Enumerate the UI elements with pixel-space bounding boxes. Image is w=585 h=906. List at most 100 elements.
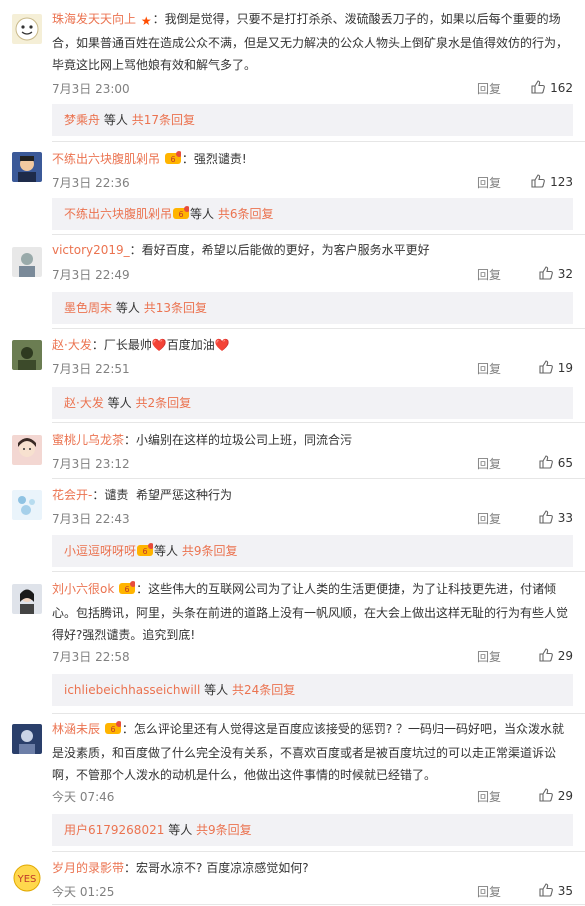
comment-meta: 7月3日 22:49 回复 32 (52, 266, 573, 284)
avatar[interactable] (12, 435, 42, 465)
like-button[interactable]: 162 (513, 79, 573, 95)
divider (52, 422, 585, 423)
comment-text: 谴责 希望严惩这种行为 (104, 488, 232, 502)
comment-meta: 7月3日 22:36 回复 123 (52, 174, 573, 192)
sub-reply-total-link[interactable]: 共9条回复 (196, 823, 252, 837)
avatar[interactable] (12, 340, 42, 370)
reply-button[interactable]: 回复 (477, 360, 501, 377)
reply-button[interactable]: 回复 (477, 883, 501, 900)
avatar[interactable] (12, 152, 42, 182)
timestamp: 7月3日 22:58 (52, 650, 130, 664)
reply-button[interactable]: 回复 (477, 648, 501, 665)
divider (52, 571, 585, 572)
avatar[interactable] (12, 490, 42, 520)
comment-text: 看好百度，希望以后能做的更好，为客户服务水平更好 (141, 243, 430, 257)
svg-text:YES: YES (17, 874, 37, 885)
like-button[interactable]: 123 (513, 173, 573, 189)
comment-body: 岁月的录影带：宏哥水凉不? 百度凉凉感觉如何? (52, 861, 309, 875)
comment-text-line: 是没素质，和百度做了什么完全没有关系，不喜欢百度或者是被百度坑过的可以走正常渠道… (52, 746, 557, 760)
like-button[interactable]: 32 (513, 265, 573, 281)
sub-reply-total-link[interactable]: 共17条回复 (132, 113, 195, 127)
sub-reply-username[interactable]: 小逗逗呀呀呀 (64, 544, 136, 558)
comment-text-line: 我倒是觉得，只要不是打打杀杀、泼硫酸丢刀子的，如果以后每个重要的场 (164, 12, 561, 26)
timestamp: 今天 01:25 (52, 885, 115, 899)
comment-text: 厂长最帅❤️百度加油❤️ (103, 338, 230, 352)
sub-reply-username[interactable]: 墨色周末 (64, 301, 112, 315)
like-button[interactable]: 65 (513, 454, 573, 470)
sub-replies-box[interactable]: 赵·大发 等人 共2条回复 (52, 387, 573, 419)
sub-reply-total-link[interactable]: 共2条回复 (136, 396, 192, 410)
username-link[interactable]: 蜜桃儿乌龙茶 (52, 433, 124, 447)
username-link[interactable]: 赵·大发 (52, 338, 92, 352)
like-count: 35 (557, 884, 573, 898)
comment-body: 花会开-：谴责 希望严惩这种行为 (52, 488, 232, 502)
sub-reply-total-link[interactable]: 共9条回复 (182, 544, 238, 558)
reply-button[interactable]: 回复 (477, 455, 501, 472)
like-button[interactable]: 19 (513, 359, 573, 375)
sub-reply-username[interactable]: 梦乘舟 (64, 113, 100, 127)
sub-reply-sep: 等人 (107, 396, 132, 410)
like-count: 32 (557, 267, 573, 281)
divider (52, 851, 585, 852)
sub-reply-username[interactable]: 用户6179268021 (64, 823, 164, 837)
comment-body: 赵·大发：厂长最帅❤️百度加油❤️ (52, 338, 230, 352)
sub-reply-username[interactable]: 赵·大发 (64, 396, 104, 410)
avatar[interactable] (12, 724, 42, 754)
comment-text-line: 啊，不管那个人泼水的动机是什么，他做出这件事情的时候就已经错了。 (52, 768, 437, 782)
avatar[interactable]: YES (12, 863, 42, 893)
comment-body: 不练出六块腹肌剁吊 6 ：强烈谴责! (52, 148, 577, 172)
reply-button[interactable]: 回复 (477, 788, 501, 805)
divider (52, 328, 585, 329)
like-button[interactable]: 29 (513, 787, 573, 803)
comment-text-line: 毕竟这比网上骂他娘有效和解气多了。 (52, 58, 257, 72)
sub-reply-sep: 等人 (115, 301, 140, 315)
sub-reply-sep: 等人 (168, 823, 193, 837)
sub-replies-box[interactable]: 不练出六块腹肌剁吊 6 等人 共6条回复 (52, 198, 573, 230)
like-button[interactable]: 33 (513, 509, 573, 525)
thumbs-up-icon (539, 266, 553, 280)
like-button[interactable]: 35 (513, 882, 573, 898)
comment-meta: 今天 01:25 回复 35 (52, 883, 573, 901)
comment-meta: 7月3日 23:12 回复 65 (52, 455, 573, 473)
username-link[interactable]: 花会开- (52, 488, 92, 502)
username-link[interactable]: 岁月的录影带 (52, 861, 124, 875)
sub-replies-box[interactable]: 小逗逗呀呀呀 6 等人 共9条回复 (52, 535, 573, 567)
divider (52, 234, 585, 235)
reply-button[interactable]: 回复 (477, 80, 501, 97)
username-link[interactable]: 不练出六块腹肌剁吊 (52, 152, 160, 166)
sub-reply-username[interactable]: 不练出六块腹肌剁吊 (64, 207, 172, 221)
username-link[interactable]: 珠海发天天向上 (52, 12, 136, 26)
comment-meta: 7月3日 23:00 回复 162 (52, 80, 573, 98)
sub-replies-box[interactable]: 墨色周末 等人 共13条回复 (52, 292, 573, 324)
avatar[interactable] (12, 247, 42, 277)
thumbs-up-icon (539, 455, 553, 469)
timestamp: 7月3日 23:00 (52, 82, 130, 96)
divider (52, 141, 585, 142)
sub-replies-box[interactable]: ichliebeichhasseichwill 等人 共24条回复 (52, 674, 573, 706)
comment-meta: 7月3日 22:51 回复 19 (52, 360, 573, 378)
avatar[interactable] (12, 584, 42, 614)
sub-reply-username[interactable]: ichliebeichhasseichwill (64, 683, 200, 697)
comment-body: victory2019_：看好百度，希望以后能做的更好，为客户服务水平更好 (52, 243, 430, 257)
sub-reply-total-link[interactable]: 共13条回复 (144, 301, 207, 315)
username-link[interactable]: 刘小六很ok (52, 582, 114, 596)
vip-badge-icon: 6 (137, 537, 155, 569)
sub-reply-sep: 等人 (154, 544, 179, 558)
sub-reply-total-link[interactable]: 共24条回复 (232, 683, 295, 697)
sub-reply-total-link[interactable]: 共6条回复 (218, 207, 274, 221)
timestamp: 7月3日 22:36 (52, 176, 130, 190)
username-link[interactable]: 林涵未辰 (52, 722, 100, 736)
username-link[interactable]: victory2019_ (52, 243, 130, 257)
sub-replies-box[interactable]: 用户6179268021 等人 共9条回复 (52, 814, 573, 846)
reply-button[interactable]: 回复 (477, 510, 501, 527)
like-button[interactable]: 29 (513, 647, 573, 663)
reply-button[interactable]: 回复 (477, 266, 501, 283)
reply-button[interactable]: 回复 (477, 174, 501, 191)
comment-text-line: 得好?强烈谴责。追究到底! (52, 628, 196, 642)
like-count: 33 (557, 511, 573, 525)
thumbs-up-icon (539, 648, 553, 662)
avatar[interactable] (12, 14, 42, 44)
vip-badge-icon: 6 (164, 150, 182, 172)
sub-replies-box[interactable]: 梦乘舟 等人 共17条回复 (52, 104, 573, 136)
thumbs-up-icon (539, 883, 553, 897)
